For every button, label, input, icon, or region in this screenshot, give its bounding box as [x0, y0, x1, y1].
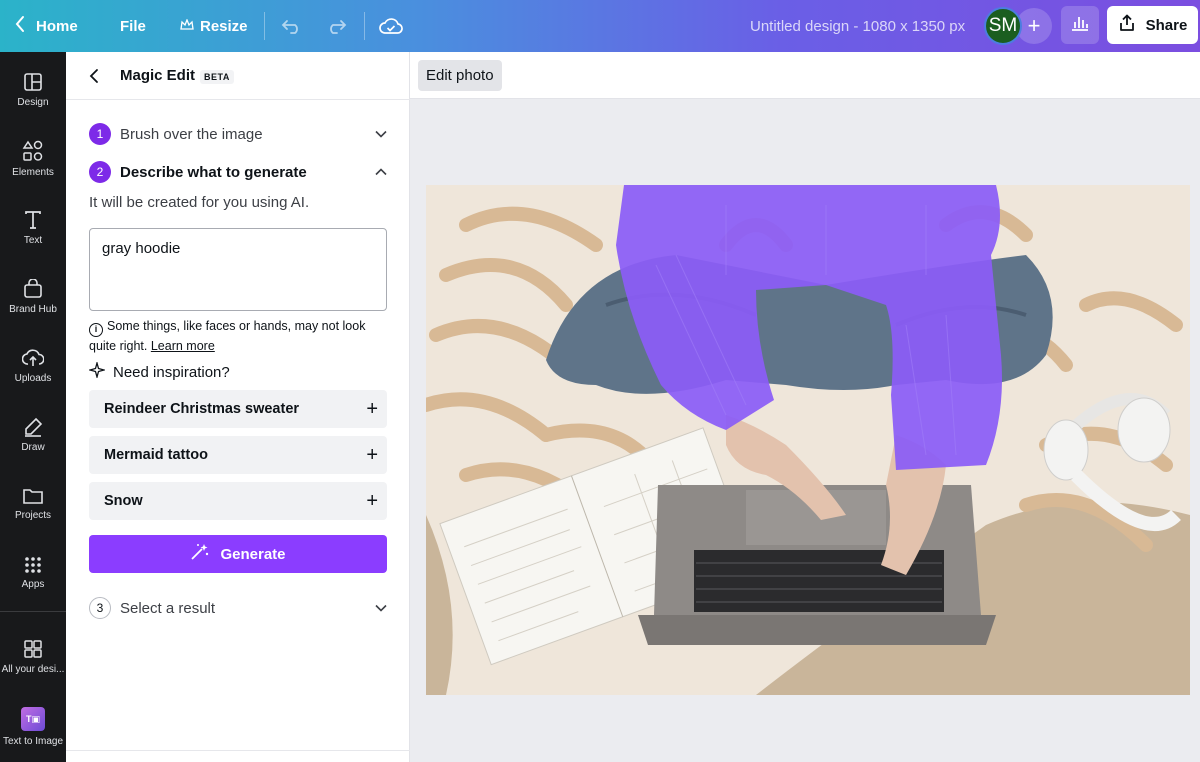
avatar[interactable]: SM: [984, 7, 1022, 45]
text-icon: [23, 210, 43, 230]
sparkle-icon: [87, 360, 107, 382]
chevron-down-icon: [373, 600, 389, 616]
rail-label: Elements: [12, 167, 54, 178]
step-label: Brush over the image: [120, 125, 263, 143]
learn-more-link[interactable]: Learn more: [151, 339, 215, 353]
home-label: Home: [36, 17, 78, 35]
step-label: Select a result: [120, 599, 216, 617]
share-icon: [1118, 14, 1136, 36]
disclaimer-text: Some things, like faces or hands, may no…: [89, 319, 366, 353]
back-button[interactable]: [84, 66, 104, 86]
ai-disclaimer: i Some things, like faces or hands, may n…: [89, 317, 389, 356]
rail-label: Design: [17, 97, 49, 108]
shapes-icon: [22, 140, 44, 162]
plus-icon: +: [366, 489, 378, 512]
rail-label: Uploads: [14, 373, 52, 384]
pen-icon: [23, 417, 43, 437]
rail-label: All your desi...: [1, 664, 65, 675]
rail-item-apps[interactable]: Apps: [0, 541, 66, 605]
brand-hub-icon: [23, 279, 43, 299]
rail-label: Text to Image: [2, 736, 64, 747]
rail-label: Projects: [14, 510, 52, 521]
crown-icon: [180, 17, 194, 35]
share-button[interactable]: Share: [1107, 6, 1198, 44]
rail-item-design[interactable]: Design: [0, 58, 66, 122]
magic-wand-icon: [190, 543, 210, 565]
step-description: It will be created for you using AI.: [89, 194, 310, 211]
step-label: Describe what to generate: [120, 163, 307, 181]
plus-icon: +: [366, 397, 378, 420]
panel-title: Magic Edit: [120, 67, 196, 84]
toolbar-divider: [364, 12, 365, 40]
chevron-left-icon: [14, 15, 26, 37]
inspiration-heading: Need inspiration?: [87, 360, 230, 382]
chevron-down-icon: [373, 126, 389, 142]
document-title[interactable]: Untitled design - 1080 x 1350 px: [750, 0, 965, 52]
rail-item-elements[interactable]: Elements: [0, 127, 66, 191]
folder-icon: [22, 487, 44, 505]
undo-icon[interactable]: [279, 13, 305, 39]
grid-icon: [24, 556, 42, 574]
rail-label: Brand Hub: [9, 304, 57, 315]
rail-item-projects[interactable]: Projects: [0, 472, 66, 536]
chevron-up-icon: [373, 164, 389, 180]
rail-item-text[interactable]: Text: [0, 196, 66, 260]
step-describe[interactable]: 2 Describe what to generate: [89, 160, 389, 184]
info-icon: i: [89, 322, 103, 337]
rail-item-brand-hub[interactable]: Brand Hub: [0, 265, 66, 329]
rail-divider: [0, 611, 66, 612]
inspiration-label: Need inspiration?: [113, 363, 230, 381]
generate-button[interactable]: Generate: [89, 535, 387, 573]
cloud-save-icon[interactable]: [378, 13, 404, 39]
file-menu[interactable]: File: [120, 0, 146, 52]
grid-plus-icon: [23, 639, 43, 659]
resize-label: Resize: [200, 17, 248, 35]
text-to-image-icon: T▣: [21, 707, 45, 731]
rail-label: Draw: [21, 442, 45, 453]
photo-illustration: [426, 185, 1190, 695]
plus-icon: +: [366, 443, 378, 466]
suggestion-label: Mermaid tattoo: [104, 447, 208, 463]
home-button[interactable]: Home: [14, 0, 78, 52]
step-number: 1: [89, 123, 111, 145]
step-number: 2: [89, 161, 111, 183]
insights-button[interactable]: [1061, 6, 1099, 44]
beta-badge: BETA: [200, 70, 234, 84]
redo-icon[interactable]: [323, 13, 349, 39]
top-bar: Home File Resize Untitled design - 1080 …: [0, 0, 1200, 52]
generate-label: Generate: [220, 545, 286, 563]
suggestion-label: Snow: [104, 493, 143, 509]
canvas-toolbar: [410, 52, 1200, 99]
rail-label: Text: [23, 235, 43, 246]
panel-divider: [66, 750, 410, 751]
rail-item-all-designs[interactable]: All your desi...: [0, 625, 66, 689]
prompt-input[interactable]: gray hoodie: [89, 228, 387, 311]
step-select-result[interactable]: 3 Select a result: [89, 596, 389, 620]
bar-chart-icon: [1070, 14, 1090, 37]
rail-item-text-to-image[interactable]: T▣ Text to Image: [0, 695, 66, 759]
layout-icon: [23, 72, 43, 92]
magic-edit-panel: Magic Edit BETA 1 Brush over the image 2…: [66, 52, 410, 762]
share-label: Share: [1145, 16, 1188, 34]
suggestion-item[interactable]: Snow +: [89, 482, 387, 520]
edit-photo-button[interactable]: Edit photo: [418, 60, 502, 91]
suggestion-label: Reindeer Christmas sweater: [104, 401, 300, 417]
cloud-upload-icon: [22, 348, 44, 368]
rail-item-draw[interactable]: Draw: [0, 403, 66, 467]
toolbar-divider: [264, 12, 265, 40]
step-number: 3: [89, 597, 111, 619]
suggestion-item[interactable]: Mermaid tattoo +: [89, 436, 387, 474]
rail-item-uploads[interactable]: Uploads: [0, 334, 66, 398]
step-brush[interactable]: 1 Brush over the image: [89, 122, 389, 146]
suggestion-item[interactable]: Reindeer Christmas sweater +: [89, 390, 387, 428]
rail-label: Apps: [21, 579, 45, 590]
left-rail: Design Elements Text Brand Hub Uploads D…: [0, 52, 66, 762]
chevron-left-icon: [89, 69, 98, 83]
panel-header: Magic Edit BETA: [66, 52, 410, 100]
design-photo[interactable]: [426, 185, 1190, 695]
resize-button[interactable]: Resize: [180, 0, 248, 52]
